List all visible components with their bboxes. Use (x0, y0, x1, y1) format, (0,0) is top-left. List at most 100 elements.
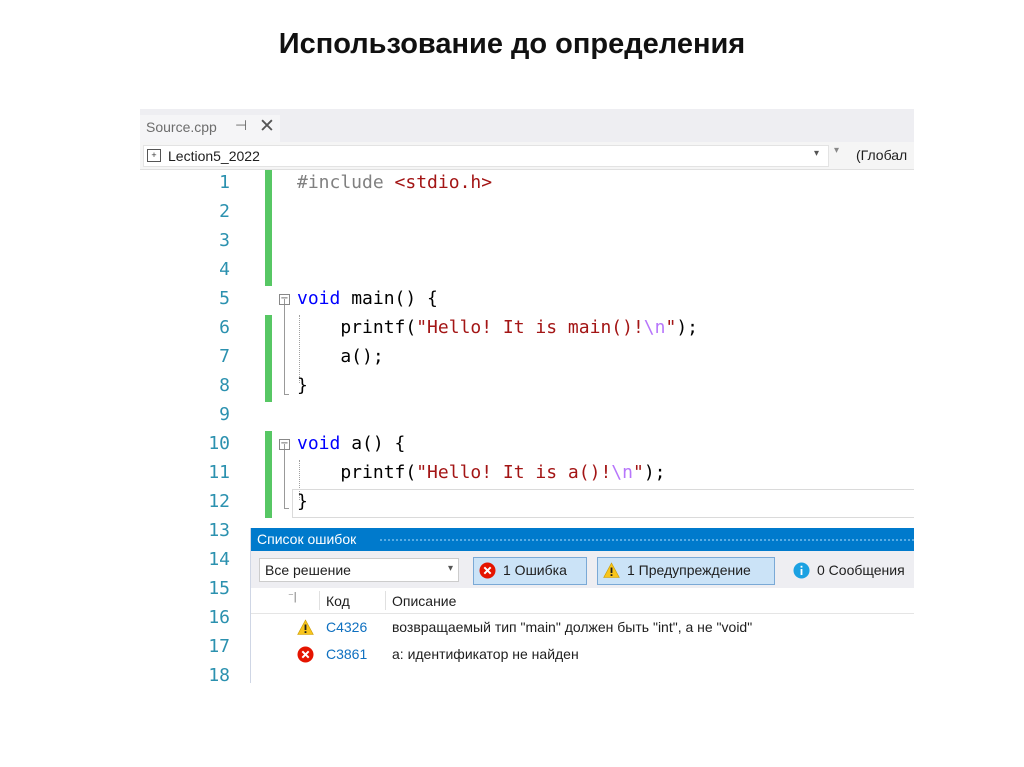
code-token: printf( (297, 317, 417, 338)
code-text: } (297, 491, 308, 512)
code-line[interactable]: 2 (140, 199, 914, 228)
error-row[interactable]: C3861 a: идентификатор не найден (251, 641, 914, 668)
line-number: 18 (208, 665, 230, 683)
error-list-toolbar: Все решение ▾ 1 Ошибка 1 Предупреждение (251, 551, 914, 588)
warnings-filter-button[interactable]: 1 Предупреждение (597, 557, 775, 585)
error-list-header: ⁻| Код Описание (251, 588, 914, 614)
line-number: 13 (208, 520, 230, 541)
code-token: } (297, 491, 308, 512)
change-tracking-bar (265, 315, 272, 344)
scope-filter-value: Все решение (265, 562, 351, 578)
code-text: void a() { (297, 433, 405, 454)
error-description: возвращаемый тип "main" должен быть "int… (392, 619, 753, 635)
line-number: 15 (208, 578, 230, 599)
pin-icon[interactable]: ⊣ (235, 117, 247, 134)
error-icon (479, 562, 496, 579)
code-token: void (297, 433, 341, 454)
code-text: void main() { (297, 288, 438, 309)
code-line[interactable]: 8} (140, 373, 914, 402)
change-tracking-bar (265, 199, 272, 228)
code-token: \n (611, 462, 633, 483)
line-number: 8 (219, 375, 230, 396)
line-number: 6 (219, 317, 230, 338)
chevron-down-icon[interactable]: ▾ (834, 145, 839, 156)
code-line[interactable]: 4 (140, 257, 914, 286)
project-name: Lection5_2022 (168, 148, 260, 164)
error-code-link[interactable]: C4326 (326, 619, 367, 635)
code-line[interactable]: 7 a(); (140, 344, 914, 373)
code-token: main() { (340, 288, 438, 309)
code-line[interactable]: 12} (140, 489, 914, 518)
current-line-highlight (292, 489, 914, 518)
errors-filter-button[interactable]: 1 Ошибка (473, 557, 587, 585)
code-text: printf("Hello! It is main()!\n"); (297, 317, 698, 338)
close-icon[interactable]: ✕ (259, 115, 275, 138)
chevron-down-icon[interactable]: ▾ (448, 563, 453, 574)
column-header-code[interactable]: Код (326, 593, 350, 609)
code-text: } (297, 375, 308, 396)
code-line[interactable]: 5 − void main() { (140, 286, 914, 315)
change-tracking-bar (265, 373, 272, 402)
column-header-description[interactable]: Описание (392, 593, 456, 609)
code-line[interactable]: 3 (140, 228, 914, 257)
error-list-title: Список ошибок (257, 531, 357, 547)
error-list-panel: Список ошибок Все решение ▾ 1 Ошибка 1 П… (250, 528, 914, 683)
line-number: 4 (219, 259, 230, 280)
error-description: a: идентификатор не найден (392, 646, 579, 662)
errors-filter-label: 1 Ошибка (503, 562, 567, 578)
code-token: a() { (340, 433, 406, 454)
line-number: 2 (219, 201, 230, 222)
line-number: 14 (208, 549, 230, 570)
code-token: " (632, 462, 644, 483)
project-dropdown[interactable]: + Lection5_2022 ▾ (143, 145, 829, 167)
line-number: 12 (208, 491, 230, 512)
error-list-title-bar[interactable]: Список ошибок (251, 528, 914, 551)
code-line[interactable]: 11 printf("Hello! It is a()!\n"); (140, 460, 914, 489)
messages-filter-label: 0 Сообщения (817, 562, 905, 578)
warning-icon (297, 619, 314, 635)
error-code-link[interactable]: C3861 (326, 646, 367, 662)
sort-icon[interactable]: ⁻| (288, 590, 297, 603)
change-tracking-bar (265, 344, 272, 373)
change-tracking-bar (265, 170, 272, 199)
document-tab-bar: Source.cpp ⊣ ✕ (140, 109, 914, 142)
error-row[interactable]: C4326 возвращаемый тип "main" должен быт… (251, 614, 914, 641)
slide-title: Использование до определения (278, 28, 746, 60)
code-token: void (297, 288, 341, 309)
change-tracking-bar (265, 257, 272, 286)
change-tracking-bar (265, 489, 272, 518)
code-text: a(); (297, 346, 383, 367)
warnings-filter-label: 1 Предупреждение (627, 562, 751, 578)
code-line[interactable]: 9 (140, 402, 914, 431)
tab-source-cpp[interactable]: Source.cpp ⊣ ✕ (140, 115, 280, 142)
scope-dropdown[interactable]: (Глобал (856, 147, 907, 163)
warning-icon (603, 562, 620, 578)
code-text: printf("Hello! It is a()!\n"); (297, 462, 666, 483)
code-token: printf( (297, 462, 417, 483)
error-icon (297, 646, 314, 663)
code-line[interactable]: 1 #include <stdio.h> (140, 170, 914, 199)
line-number: 7 (219, 346, 230, 367)
code-token: #include (297, 172, 395, 193)
code-token: ); (676, 317, 699, 338)
collapse-icon[interactable]: − (279, 439, 290, 450)
line-number: 3 (219, 230, 230, 251)
messages-filter-button[interactable]: 0 Сообщения (787, 557, 914, 585)
code-token: } (297, 375, 308, 396)
change-tracking-bar (265, 431, 272, 460)
change-tracking-bar (265, 228, 272, 257)
line-number: 16 (208, 607, 230, 628)
column-divider[interactable] (385, 591, 386, 610)
code-token: "Hello! It is main()! (416, 317, 644, 338)
column-divider[interactable] (319, 591, 320, 610)
code-token: "Hello! It is a()! (416, 462, 612, 483)
line-number: 5 (219, 288, 230, 309)
scope-filter-select[interactable]: Все решение ▾ (259, 558, 459, 582)
line-number: 9 (219, 404, 230, 425)
collapse-icon[interactable]: − (279, 294, 290, 305)
ide-window: Source.cpp ⊣ ✕ + Lection5_2022 ▾ ▾ (Глоб… (140, 109, 914, 683)
code-line[interactable]: 6 printf("Hello! It is main()!\n"); (140, 315, 914, 344)
code-line[interactable]: 10 − void a() { (140, 431, 914, 460)
chevron-down-icon[interactable]: ▾ (814, 148, 819, 159)
code-token: ); (643, 462, 666, 483)
